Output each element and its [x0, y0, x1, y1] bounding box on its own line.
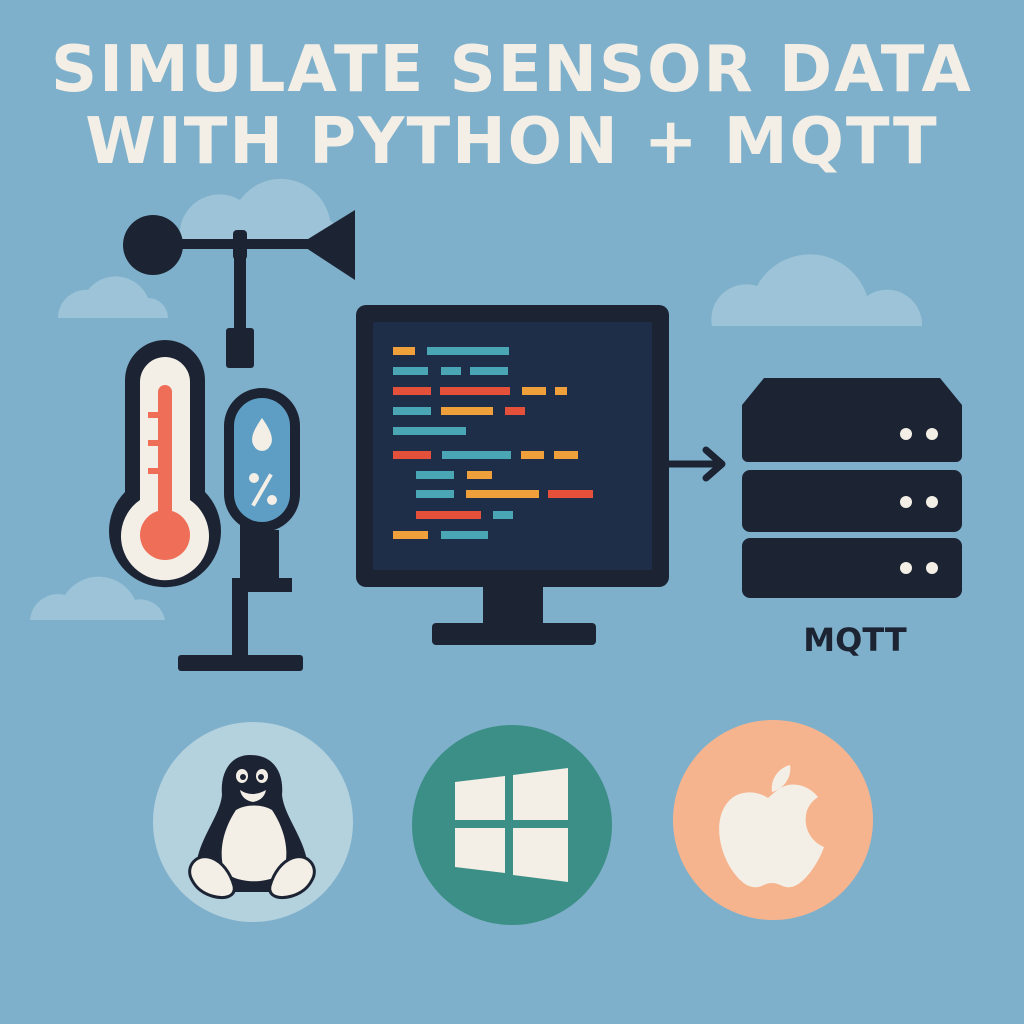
title-line-1: SIMULATE SENSOR DATA — [51, 33, 973, 107]
illustration-canvas: SIMULATE SENSOR DATA WITH PYTHON + MQTT … — [0, 0, 1024, 1024]
server-label: MQTT — [803, 621, 907, 659]
page-title: SIMULATE SENSOR DATA WITH PYTHON + MQTT — [0, 34, 1024, 178]
apple-badge — [673, 720, 873, 920]
linux-badge — [153, 722, 353, 922]
server-stack-icon — [742, 378, 962, 598]
windows-badge — [412, 725, 612, 925]
thermometer-icon — [109, 340, 222, 588]
title-line-2: WITH PYTHON + MQTT — [85, 105, 939, 179]
